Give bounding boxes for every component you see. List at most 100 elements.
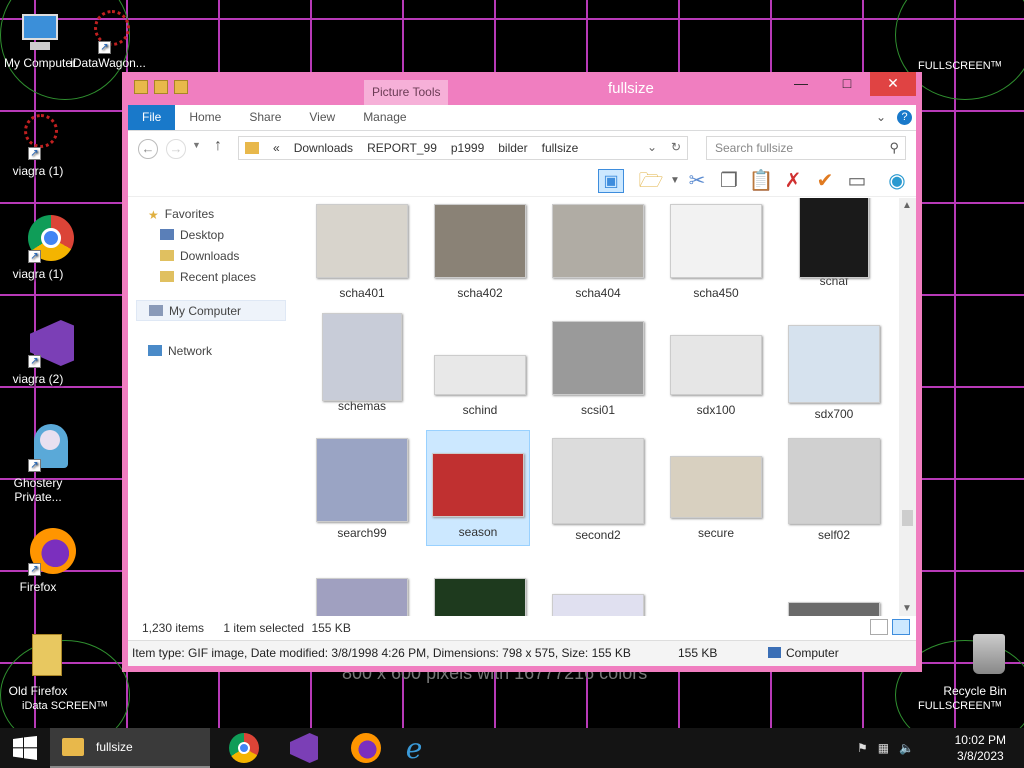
scroll-up-icon[interactable]: ▲ (902, 200, 912, 211)
folder-options-icon[interactable]: 🗁 (638, 169, 664, 193)
file-tile[interactable]: scha402 (428, 198, 532, 314)
file-tile[interactable]: second2 (546, 432, 650, 548)
taskbar-item-explorer[interactable]: fullsize (50, 728, 210, 768)
desktop-icon-firefox[interactable]: ↗ Firefox (0, 528, 76, 594)
maximize-button[interactable]: □ (824, 72, 870, 96)
image-thumbnail (552, 321, 644, 395)
start-button[interactable] (0, 728, 50, 768)
paste-icon[interactable]: 📋 (748, 169, 774, 193)
window-titlebar[interactable]: Picture Tools fullsize — □ ✕ (128, 72, 916, 105)
file-tile[interactable]: scsi01 (546, 315, 650, 431)
recent-locations-icon[interactable]: ▼ (192, 140, 201, 150)
address-bar[interactable]: « Downloads REPORT_99 p1999 bilder fulls… (238, 136, 688, 160)
desktop-icon-viagra-chrome[interactable]: ↗ viagra (1) (0, 215, 76, 281)
taskbar-item-label: fullsize (96, 740, 133, 754)
search-icon[interactable]: ⚲ (889, 140, 899, 156)
desktop-icon-idatawagon[interactable]: ↗ iDataWagon... (70, 10, 146, 70)
file-tile[interactable]: scha450 (664, 198, 768, 314)
desktop-icon-viagra-vs[interactable]: ↗ viagra (2) (0, 320, 76, 386)
up-button[interactable]: ↑ (214, 137, 222, 155)
check-icon[interactable]: ✔ (812, 169, 838, 193)
file-tile[interactable]: scha401 (310, 198, 414, 314)
image-thumbnail (788, 325, 880, 403)
breadcrumb-fullsize[interactable]: fullsize (542, 141, 579, 155)
desktop-icon-recycle-bin[interactable]: Recycle Bin (937, 632, 1013, 698)
clock[interactable]: 10:02 PM 3/8/2023 (955, 732, 1006, 764)
network-icon[interactable]: ▦ (878, 741, 889, 755)
details-view-button[interactable] (870, 619, 888, 635)
address-overflow-icon[interactable]: « (273, 141, 280, 155)
taskbar-item-chrome[interactable] (224, 728, 264, 768)
globe-icon[interactable]: ◉ (884, 169, 910, 193)
file-tile-selected[interactable]: season (426, 430, 530, 546)
flag-icon[interactable]: ⚑ (857, 741, 868, 755)
tab-view[interactable]: View (295, 105, 349, 130)
folder-icon[interactable] (134, 80, 148, 94)
file-tile[interactable]: search99 (310, 432, 414, 548)
image-thumbnail (322, 313, 402, 401)
file-name: sdx700 (814, 407, 854, 421)
image-thumbnail (434, 578, 526, 616)
forward-button[interactable]: → (166, 139, 186, 159)
search-input[interactable]: Search fullsize ⚲ (706, 136, 906, 160)
desktop-icon-old-firefox[interactable]: Old Firefox (0, 632, 76, 698)
address-dropdown-icon[interactable]: ⌄ (647, 140, 657, 154)
breadcrumb-bilder[interactable]: bilder (498, 141, 527, 155)
tab-home[interactable]: Home (175, 105, 235, 130)
image-thumbnail (316, 578, 408, 616)
file-name: scha402 (457, 286, 503, 300)
data-fullscreen-label: iData SCREENᵀᴹ (22, 700, 107, 712)
status-bar: 1,230 items 1 item selected 155 KB (128, 616, 916, 640)
close-button[interactable]: ✕ (870, 72, 916, 96)
nav-recent-places[interactable]: Recent places (128, 267, 298, 288)
taskbar-item-firefox[interactable] (346, 728, 386, 768)
cut-icon[interactable]: ✂ (684, 169, 710, 193)
desktop-icon-viagra-1[interactable]: ↗ viagra (1) (0, 112, 76, 178)
desktop-icon-ghostery[interactable]: ↗ Ghostery Private... (0, 424, 76, 504)
shortcut-arrow-icon: ↗ (98, 41, 111, 54)
large-icons-view-button[interactable] (892, 619, 910, 635)
nav-favorites[interactable]: ★ Favorites (128, 204, 298, 225)
tab-share[interactable]: Share (235, 105, 295, 130)
desktop-icon-my-computer[interactable]: My Computer (2, 10, 78, 70)
ribbon-expand-icon[interactable]: ⌄ (876, 110, 886, 124)
scroll-down-icon[interactable]: ▼ (902, 603, 912, 614)
file-tile[interactable]: schind (428, 315, 532, 431)
new-folder-icon[interactable] (174, 80, 188, 94)
volume-icon[interactable]: 🔈 (899, 741, 914, 755)
file-tile[interactable]: secure (664, 432, 768, 548)
breadcrumb-report-99[interactable]: REPORT_99 (367, 141, 437, 155)
nav-label: Favorites (164, 207, 215, 221)
file-tile[interactable]: sdx100 (664, 315, 768, 431)
desktop-icon-label: Firefox (19, 580, 57, 594)
file-tile[interactable]: schemas (310, 313, 414, 431)
vertical-scrollbar[interactable]: ▲ ▼ (899, 198, 916, 616)
minimize-button[interactable]: — (778, 72, 824, 96)
explorer-window[interactable]: Picture Tools fullsize — □ ✕ File Home S… (122, 72, 922, 672)
file-tile[interactable]: scha404 (546, 198, 650, 314)
nav-desktop[interactable]: Desktop (128, 225, 298, 246)
back-button[interactable]: ← (138, 139, 158, 159)
preview-pane-icon[interactable]: ▣ (598, 169, 624, 193)
refresh-icon[interactable]: ↻ (671, 140, 681, 154)
copy-icon[interactable]: ❐ (716, 169, 742, 193)
breadcrumb-p1999[interactable]: p1999 (451, 141, 484, 155)
file-tile[interactable]: schaf (782, 198, 886, 314)
rename-icon[interactable]: ▭ (844, 169, 870, 193)
nav-my-computer[interactable]: My Computer (136, 300, 286, 321)
file-tile[interactable]: sdx700 (782, 315, 886, 431)
navigation-pane: ★ Favorites Desktop Downloads Recent plac… (128, 198, 298, 616)
properties-icon[interactable] (154, 80, 168, 94)
breadcrumb-downloads[interactable]: Downloads (294, 141, 353, 155)
taskbar-item-visual-studio[interactable] (284, 728, 324, 768)
tab-manage[interactable]: Manage (349, 105, 420, 130)
help-icon[interactable]: ? (897, 110, 912, 125)
nav-downloads[interactable]: Downloads (128, 246, 298, 267)
file-name: search99 (337, 526, 387, 540)
tab-file[interactable]: File (128, 105, 176, 130)
scrollbar-thumb[interactable] (902, 510, 913, 526)
delete-icon[interactable]: ✗ (780, 169, 806, 193)
taskbar-item-internet-explorer[interactable]: e (394, 728, 434, 768)
nav-network[interactable]: Network (128, 341, 298, 362)
file-tile[interactable]: self02 (782, 432, 886, 548)
